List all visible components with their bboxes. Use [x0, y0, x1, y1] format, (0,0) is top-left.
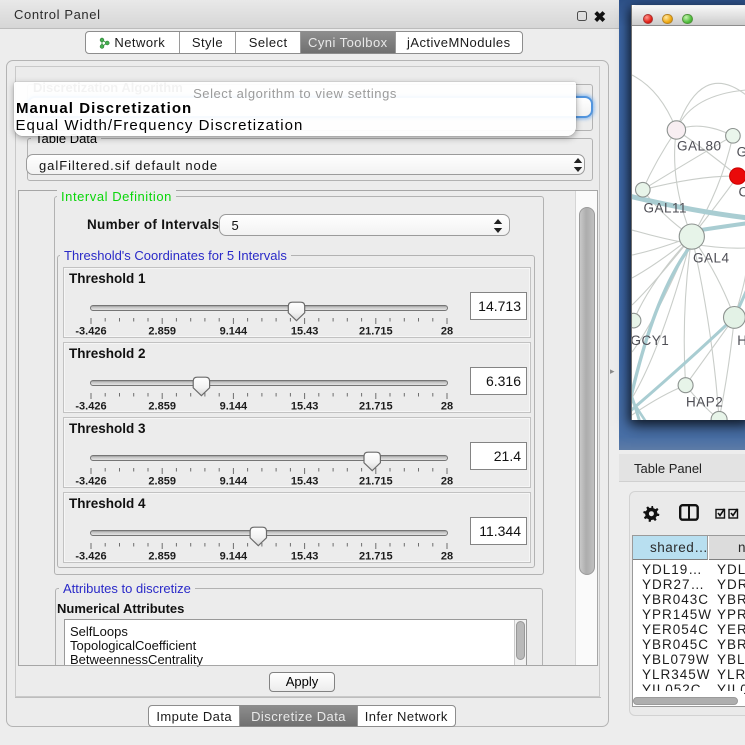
svg-text:9.144: 9.144	[220, 550, 248, 562]
svg-text:GAL80: GAL80	[677, 139, 722, 154]
svg-text:15.43: 15.43	[291, 475, 319, 487]
svg-text:GAL7: GAL7	[737, 145, 745, 160]
svg-text:28: 28	[441, 400, 453, 412]
svg-text:21.715: 21.715	[359, 400, 393, 412]
svg-text:-3.426: -3.426	[75, 325, 106, 337]
svg-text:GAL4: GAL4	[693, 251, 730, 266]
svg-text:9.144: 9.144	[220, 475, 248, 487]
svg-text:CDC1: CDC1	[739, 185, 745, 200]
svg-text:2.859: 2.859	[148, 400, 176, 412]
svg-text:15.43: 15.43	[291, 400, 319, 412]
svg-text:28: 28	[441, 550, 453, 562]
svg-text:15.43: 15.43	[291, 550, 319, 562]
svg-text:21.715: 21.715	[359, 325, 393, 337]
svg-text:-3.426: -3.426	[75, 550, 106, 562]
svg-text:-3.426: -3.426	[75, 475, 106, 487]
svg-text:15.43: 15.43	[291, 325, 319, 337]
svg-text:9.144: 9.144	[220, 400, 248, 412]
svg-text:2.859: 2.859	[148, 550, 176, 562]
svg-text:21.715: 21.715	[359, 550, 393, 562]
svg-text:9.144: 9.144	[220, 325, 248, 337]
svg-text:HAP1: HAP1	[737, 333, 745, 348]
svg-text:GCY1: GCY1	[632, 333, 669, 348]
svg-text:GAL11: GAL11	[644, 201, 688, 216]
svg-text:21.715: 21.715	[359, 475, 393, 487]
svg-text:HAP2: HAP2	[686, 395, 723, 410]
svg-text:28: 28	[441, 325, 453, 337]
svg-text:28: 28	[441, 475, 453, 487]
svg-text:2.859: 2.859	[148, 475, 176, 487]
svg-text:2.859: 2.859	[148, 325, 176, 337]
svg-text:-3.426: -3.426	[75, 400, 106, 412]
